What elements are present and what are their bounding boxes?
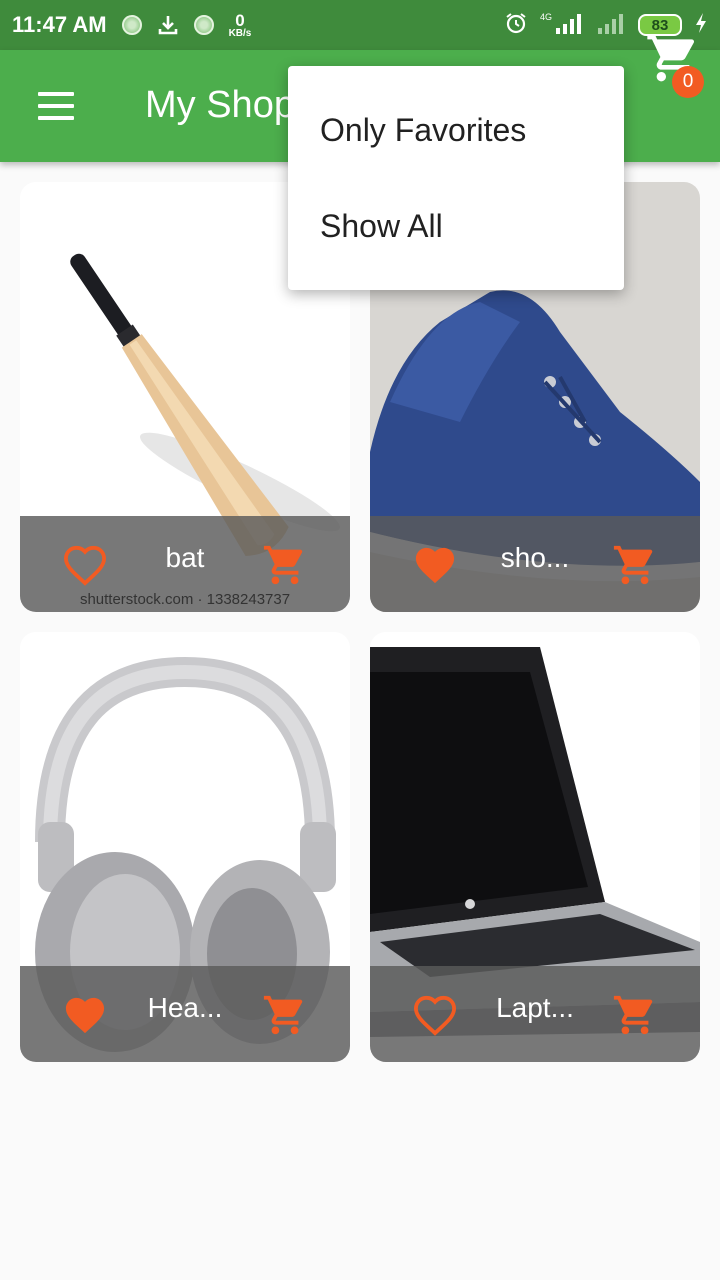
app-title: My Shop <box>145 84 295 126</box>
add-to-cart-button[interactable] <box>262 992 308 1038</box>
heart-filled-icon <box>65 997 105 1034</box>
signal-weak-icon <box>596 12 626 39</box>
network-type-label: 4G <box>539 12 552 22</box>
filter-popup-menu: Only Favorites Show All <box>288 66 624 290</box>
heart-filled-icon <box>415 547 455 584</box>
product-name: Lapt... <box>496 992 574 1023</box>
product-tile[interactable]: Hea... <box>20 632 350 1062</box>
network-speed-value: 0 <box>235 10 245 30</box>
status-bar: 11:47 AM 0 KB/s 4G 83 <box>0 0 720 50</box>
favorite-button[interactable] <box>412 544 458 586</box>
hamburger-icon <box>38 92 74 96</box>
favorite-button[interactable] <box>62 544 108 586</box>
network-speed: 0 KB/s <box>229 12 252 39</box>
signal-icon <box>554 12 584 39</box>
heart-outline-icon <box>413 995 457 1036</box>
cart-add-icon <box>613 545 653 585</box>
heart-outline-icon <box>63 545 107 586</box>
notification-dot-icon <box>193 14 215 36</box>
cart-add-icon <box>263 545 303 585</box>
status-time: 11:47 AM <box>12 12 107 37</box>
product-name: sho... <box>500 542 570 573</box>
download-icon <box>157 14 179 36</box>
product-tile[interactable]: Lapt... <box>370 632 700 1062</box>
product-name: Hea... <box>147 992 223 1023</box>
cart-add-icon <box>613 995 653 1035</box>
cart-add-icon <box>263 995 303 1035</box>
add-to-cart-button[interactable] <box>612 542 658 588</box>
product-footer: bat shutterstock.com · 1338243737 <box>20 516 350 612</box>
favorite-button[interactable] <box>62 994 108 1036</box>
alarm-icon <box>504 11 528 40</box>
favorite-button[interactable] <box>412 994 458 1036</box>
add-to-cart-button[interactable] <box>612 992 658 1038</box>
add-to-cart-button[interactable] <box>262 542 308 588</box>
image-watermark: shutterstock.com · 1338243737 <box>79 591 291 608</box>
menu-button[interactable] <box>30 84 82 128</box>
notification-dot-icon <box>121 14 143 36</box>
cart-badge: 0 <box>672 66 704 98</box>
product-name: bat <box>165 542 205 573</box>
product-footer: Hea... <box>20 966 350 1062</box>
product-footer: sho... <box>370 516 700 612</box>
product-footer: Lapt... <box>370 966 700 1062</box>
menu-item-show-all[interactable]: Show All <box>288 178 624 274</box>
network-speed-unit: KB/s <box>228 27 252 39</box>
menu-item-only-favorites[interactable]: Only Favorites <box>288 82 624 178</box>
